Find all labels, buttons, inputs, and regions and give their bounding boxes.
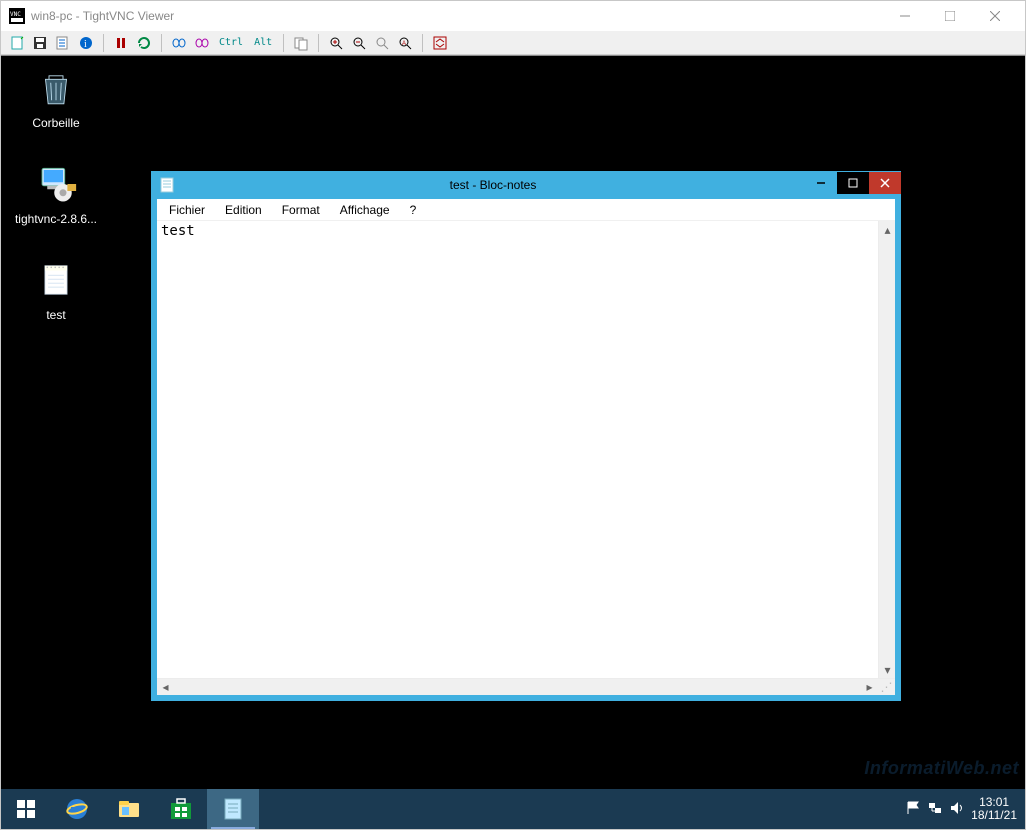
desktop-icon-label: test <box>46 308 65 322</box>
clock-date: 18/11/21 <box>971 809 1017 822</box>
notepad-body: test ▴ ▾ <box>157 221 895 678</box>
svg-text:A: A <box>402 41 406 47</box>
zoom-100-icon[interactable] <box>372 33 392 53</box>
taskbar-explorer-icon[interactable] <box>103 789 155 829</box>
tray-volume-icon[interactable] <box>949 800 965 819</box>
zoom-out-icon[interactable] <box>349 33 369 53</box>
viewer-minimize-button[interactable] <box>882 2 927 30</box>
notepad-icon <box>159 177 175 193</box>
viewer-titlebar[interactable]: VNC win8-pc - TightVNC Viewer <box>1 1 1025 31</box>
refresh-icon[interactable] <box>134 33 154 53</box>
svg-text:VNC: VNC <box>10 11 21 18</box>
desktop-icons-column: Corbeille tightvnc-2.8.6... test <box>1 56 111 330</box>
tray-flag-icon[interactable] <box>905 800 921 819</box>
info-icon[interactable]: i <box>76 33 96 53</box>
notepad-titlebar[interactable]: test - Bloc-notes <box>151 171 901 199</box>
recycle-bin-icon[interactable]: Corbeille <box>11 64 101 130</box>
toolbar-separator <box>161 34 162 52</box>
scroll-up-icon[interactable]: ▴ <box>879 221 896 238</box>
tightvnc-installer-icon[interactable]: tightvnc-2.8.6... <box>11 160 101 226</box>
taskbar-store-icon[interactable] <box>155 789 207 829</box>
taskbar-clock[interactable]: 13:01 18/11/21 <box>971 796 1017 822</box>
test-textfile-icon[interactable]: test <box>11 256 101 322</box>
pause-icon[interactable] <box>111 33 131 53</box>
fullscreen-icon[interactable] <box>430 33 450 53</box>
start-button[interactable] <box>1 789 51 829</box>
toolbar-separator <box>283 34 284 52</box>
notepad-inner: Fichier Edition Format Affichage ? test … <box>157 199 895 695</box>
options-icon[interactable] <box>53 33 73 53</box>
tray-network-icon[interactable] <box>927 800 943 819</box>
watermark: InformatiWeb.net <box>864 758 1019 779</box>
menu-help[interactable]: ? <box>402 201 425 219</box>
scroll-left-icon[interactable]: ◂ <box>157 679 174 696</box>
menu-edition[interactable]: Edition <box>217 201 270 219</box>
viewer-toolbar: i Ctrl Alt A <box>1 31 1025 55</box>
transfer-files-icon[interactable] <box>291 33 311 53</box>
tightvnc-icon: VNC <box>9 8 25 24</box>
viewer-title: win8-pc - TightVNC Viewer <box>31 9 882 23</box>
system-tray[interactable]: 13:01 18/11/21 <box>897 789 1025 829</box>
taskbar-notepad-icon[interactable] <box>207 789 259 829</box>
tightvnc-viewer-window: VNC win8-pc - TightVNC Viewer i Ctrl Alt… <box>0 0 1026 830</box>
alt-key-button[interactable]: Alt <box>250 37 276 48</box>
scroll-down-icon[interactable]: ▾ <box>879 661 896 678</box>
toolbar-separator <box>318 34 319 52</box>
desktop-icon-label: tightvnc-2.8.6... <box>15 212 97 226</box>
scroll-right-icon[interactable]: ▸ <box>861 679 878 696</box>
remote-desktop[interactable]: Corbeille tightvnc-2.8.6... test <box>1 55 1025 829</box>
notepad-vscrollbar[interactable]: ▴ ▾ <box>878 221 895 678</box>
desktop-icon-label: Corbeille <box>32 116 79 130</box>
notepad-hscrollbar[interactable]: ◂ ▸ ⋰ <box>157 678 895 695</box>
taskbar-ie-icon[interactable] <box>51 789 103 829</box>
new-connection-icon[interactable] <box>7 33 27 53</box>
ctrl-key-button[interactable]: Ctrl <box>215 37 247 48</box>
toolbar-separator <box>103 34 104 52</box>
notepad-menubar: Fichier Edition Format Affichage ? <box>157 199 895 221</box>
resize-grip-icon[interactable]: ⋰ <box>878 679 895 696</box>
remote-taskbar[interactable]: 13:01 18/11/21 <box>1 789 1025 829</box>
svg-text:i: i <box>84 39 87 50</box>
notepad-minimize-button[interactable] <box>805 172 837 194</box>
save-icon[interactable] <box>30 33 50 53</box>
ctrl-esc-icon[interactable] <box>192 33 212 53</box>
viewer-close-button[interactable] <box>972 2 1017 30</box>
menu-format[interactable]: Format <box>274 201 328 219</box>
zoom-auto-icon[interactable]: A <box>395 33 415 53</box>
viewer-maximize-button[interactable] <box>927 2 972 30</box>
menu-affichage[interactable]: Affichage <box>332 201 398 219</box>
zoom-in-icon[interactable] <box>326 33 346 53</box>
notepad-close-button[interactable] <box>869 172 901 194</box>
menu-fichier[interactable]: Fichier <box>161 201 213 219</box>
toolbar-separator <box>422 34 423 52</box>
notepad-title: test - Bloc-notes <box>181 178 805 192</box>
notepad-window[interactable]: test - Bloc-notes Fichier Edition Format… <box>151 171 901 701</box>
ctrl-alt-del-icon[interactable] <box>169 33 189 53</box>
notepad-textarea[interactable]: test <box>157 221 878 678</box>
notepad-maximize-button[interactable] <box>837 172 869 194</box>
